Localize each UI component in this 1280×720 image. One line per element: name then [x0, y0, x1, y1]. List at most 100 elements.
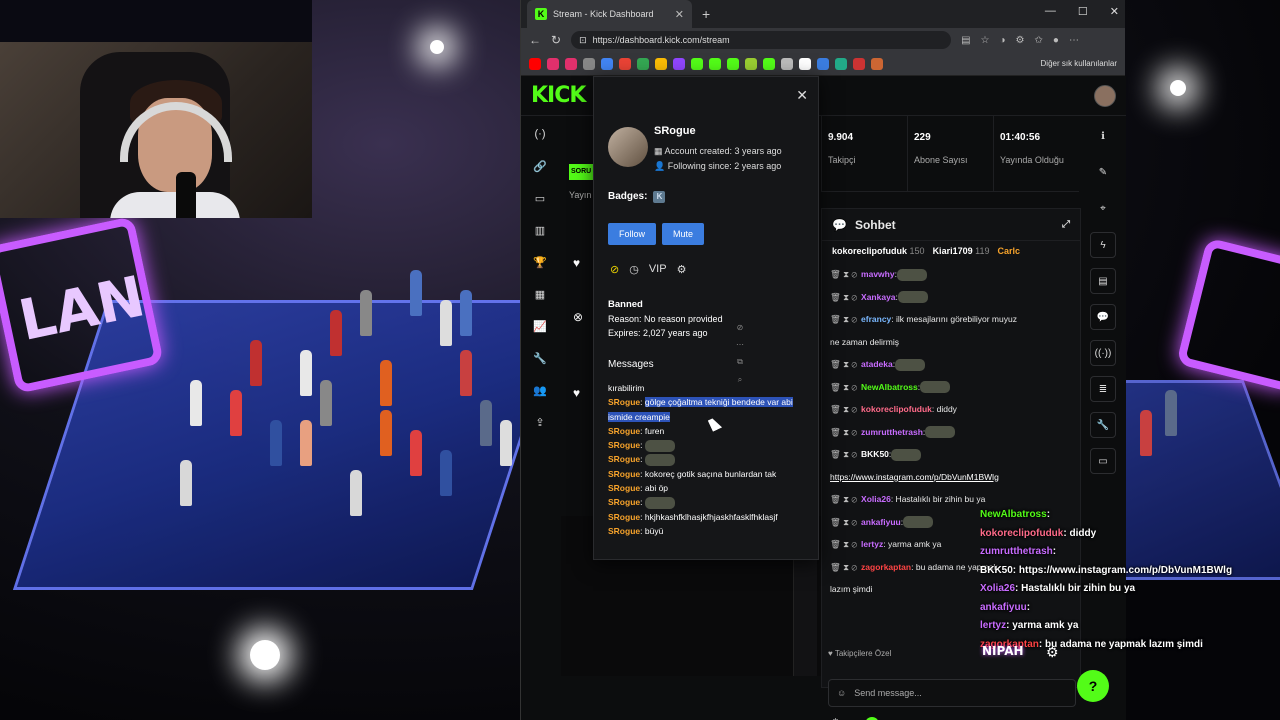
note-icon[interactable]: ▤: [1090, 268, 1116, 294]
chat-username[interactable]: Xankaya: [861, 292, 896, 302]
chat-message[interactable]: 🗑 ⧗ ⊘ zumrutthetrash:: [830, 421, 1072, 444]
mod-tools-icon[interactable]: 🗑 ⧗ ⊘: [830, 382, 857, 392]
profile-icon[interactable]: ●: [1053, 35, 1059, 46]
more-icon[interactable]: ⋯: [736, 340, 744, 349]
bookmark-icon[interactable]: [781, 57, 793, 70]
upload-icon[interactable]: ⇪: [531, 416, 549, 434]
link-icon[interactable]: 🔗: [531, 160, 549, 178]
mod-tools-icon[interactable]: 🗑 ⧗ ⊘: [830, 562, 857, 572]
leader-item[interactable]: Carlc: [997, 246, 1020, 256]
extension-icon[interactable]: ◑: [999, 35, 1005, 46]
history-username[interactable]: SRogue: [608, 469, 640, 479]
back-icon[interactable]: ←: [529, 33, 541, 47]
minimize-button[interactable]: —: [1045, 5, 1056, 18]
chat-message[interactable]: 🗑 ⧗ ⊘ atadeka:: [830, 353, 1072, 376]
chat-message[interactable]: 🗑 ⧗ ⊘ efrancy: ilk mesajlarını görebiliyo…: [830, 308, 1072, 331]
bookmark-icon[interactable]: [727, 57, 739, 70]
close-circle-icon[interactable]: ⊗: [573, 310, 583, 324]
star-icon[interactable]: ☆: [981, 35, 990, 46]
new-tab-button[interactable]: +: [702, 6, 710, 22]
popout-icon[interactable]: ⤢: [1062, 219, 1070, 230]
history-username[interactable]: SRogue: [608, 440, 640, 450]
bookmark-icon[interactable]: [565, 57, 577, 70]
mod-tools-icon[interactable]: 🗑 ⧗ ⊘: [830, 427, 857, 437]
wrench-icon[interactable]: 🔧: [531, 352, 549, 370]
history-username[interactable]: SRogue: [608, 497, 640, 507]
bookmark-icon[interactable]: [853, 57, 865, 70]
mod-tools-icon[interactable]: 🗑 ⧗ ⊘: [830, 449, 857, 459]
bookmark-icon[interactable]: [601, 57, 613, 70]
chat-username[interactable]: efrancy: [861, 314, 891, 324]
chat-message[interactable]: 🗑 ⧗ ⊘ Xankaya:: [830, 286, 1072, 309]
chat-input[interactable]: ☺ Send message...: [828, 679, 1076, 707]
chat-username[interactable]: lertyz: [861, 539, 883, 549]
mod-tools-icon[interactable]: 🗑 ⧗ ⊘: [830, 494, 857, 504]
menu-icon[interactable]: ⋯: [1069, 35, 1079, 46]
chat-username[interactable]: zagorkaptan: [861, 562, 911, 572]
chat-message[interactable]: 🗑 ⧗ ⊘ BKK50:: [830, 443, 1072, 466]
chat-username[interactable]: ankafiyuu: [861, 517, 901, 527]
mod-tools-icon[interactable]: 🗑 ⧗ ⊘: [830, 359, 857, 369]
close-tab-icon[interactable]: ✕: [675, 8, 684, 21]
mod-tools-icon[interactable]: 🗑 ⧗ ⊘: [830, 314, 857, 324]
chat-bubble-icon[interactable]: 💬: [1090, 304, 1116, 330]
close-window-button[interactable]: ✕: [1110, 5, 1119, 18]
close-icon[interactable]: ✕: [796, 87, 808, 104]
kick-logo[interactable]: KICK: [531, 83, 586, 108]
history-username[interactable]: SRogue: [608, 397, 640, 407]
analytics-icon[interactable]: 📈: [531, 320, 549, 338]
timeout-icon[interactable]: ◷: [629, 263, 639, 276]
mod-tools-icon[interactable]: 🗑 ⧗ ⊘: [830, 292, 857, 302]
reader-icon[interactable]: ▤: [961, 35, 970, 46]
tab-kick-dashboard[interactable]: K Stream - Kick Dashboard ✕: [527, 0, 692, 28]
info-icon[interactable]: ℹ: [1090, 124, 1116, 150]
chat-message[interactable]: https://www.instagram.com/p/DbVunM1BWlg: [830, 466, 1072, 489]
bookmark-icon[interactable]: [655, 57, 667, 70]
chat-username[interactable]: kokoreclipofuduk: [861, 404, 932, 414]
copy-icon[interactable]: ⧉: [737, 357, 743, 367]
bookmark-icon[interactable]: [619, 57, 631, 70]
bookmark-icon[interactable]: [529, 57, 541, 70]
target-icon[interactable]: ⌖: [1090, 196, 1116, 222]
emote-picker-icon[interactable]: ☺: [837, 688, 846, 698]
list-icon[interactable]: ≣: [1090, 376, 1116, 402]
mod-tools-icon[interactable]: 🗑 ⧗ ⊘: [830, 404, 857, 414]
heart-icon[interactable]: ♥: [573, 256, 580, 270]
history-username[interactable]: SRogue: [608, 526, 640, 536]
pencil-icon[interactable]: ✎: [1090, 160, 1116, 186]
history-username[interactable]: SRogue: [608, 512, 640, 522]
bookmark-icon[interactable]: [673, 57, 685, 70]
users-icon[interactable]: 👥: [531, 384, 549, 402]
chat-username[interactable]: mavwhy: [861, 269, 895, 279]
wrench-icon[interactable]: 🔧: [1090, 412, 1116, 438]
trophy-icon[interactable]: 🏆: [531, 256, 549, 274]
bookmark-icon[interactable]: [637, 57, 649, 70]
history-username[interactable]: SRogue: [608, 454, 640, 464]
ban-icon[interactable]: ⊘: [610, 263, 619, 276]
chat-username[interactable]: zumrutthetrash: [861, 427, 923, 437]
scrollbar[interactable]: [793, 556, 817, 676]
mod-tools-icon[interactable]: 🗑 ⧗ ⊘: [830, 517, 857, 527]
chart-icon[interactable]: ▥: [531, 224, 549, 242]
bookmark-icon[interactable]: [763, 57, 775, 70]
support-fab-button[interactable]: ?: [1077, 670, 1109, 702]
signal-icon[interactable]: ((·)): [1090, 340, 1116, 366]
bookmark-icon[interactable]: [835, 57, 847, 70]
mod-tools-icon[interactable]: 🗑 ⧗ ⊘: [830, 539, 857, 549]
broadcast-icon[interactable]: (·): [531, 128, 549, 146]
site-info-icon[interactable]: ⊡: [579, 35, 587, 46]
mod-badge-icon[interactable]: ⚙: [677, 263, 687, 276]
puzzle-icon[interactable]: ⚙: [1016, 35, 1025, 46]
bookmark-icon[interactable]: [691, 57, 703, 70]
bookmark-icon[interactable]: [547, 57, 559, 70]
history-username[interactable]: SRogue: [608, 483, 640, 493]
history-username[interactable]: SRogue: [608, 426, 640, 436]
bookmark-icon[interactable]: [745, 57, 757, 70]
other-bookmarks-folder[interactable]: Diğer sık kullanılanlar: [1041, 59, 1117, 68]
mute-button[interactable]: Mute: [662, 223, 704, 245]
favorites-icon[interactable]: ✩: [1035, 35, 1043, 46]
chat-username[interactable]: NewAlbatross: [861, 382, 918, 392]
vip-icon[interactable]: VIP: [649, 263, 667, 276]
chat-message[interactable]: 🗑 ⧗ ⊘ NewAlbatross:: [830, 376, 1072, 399]
chat-username[interactable]: atadeka: [861, 359, 893, 369]
